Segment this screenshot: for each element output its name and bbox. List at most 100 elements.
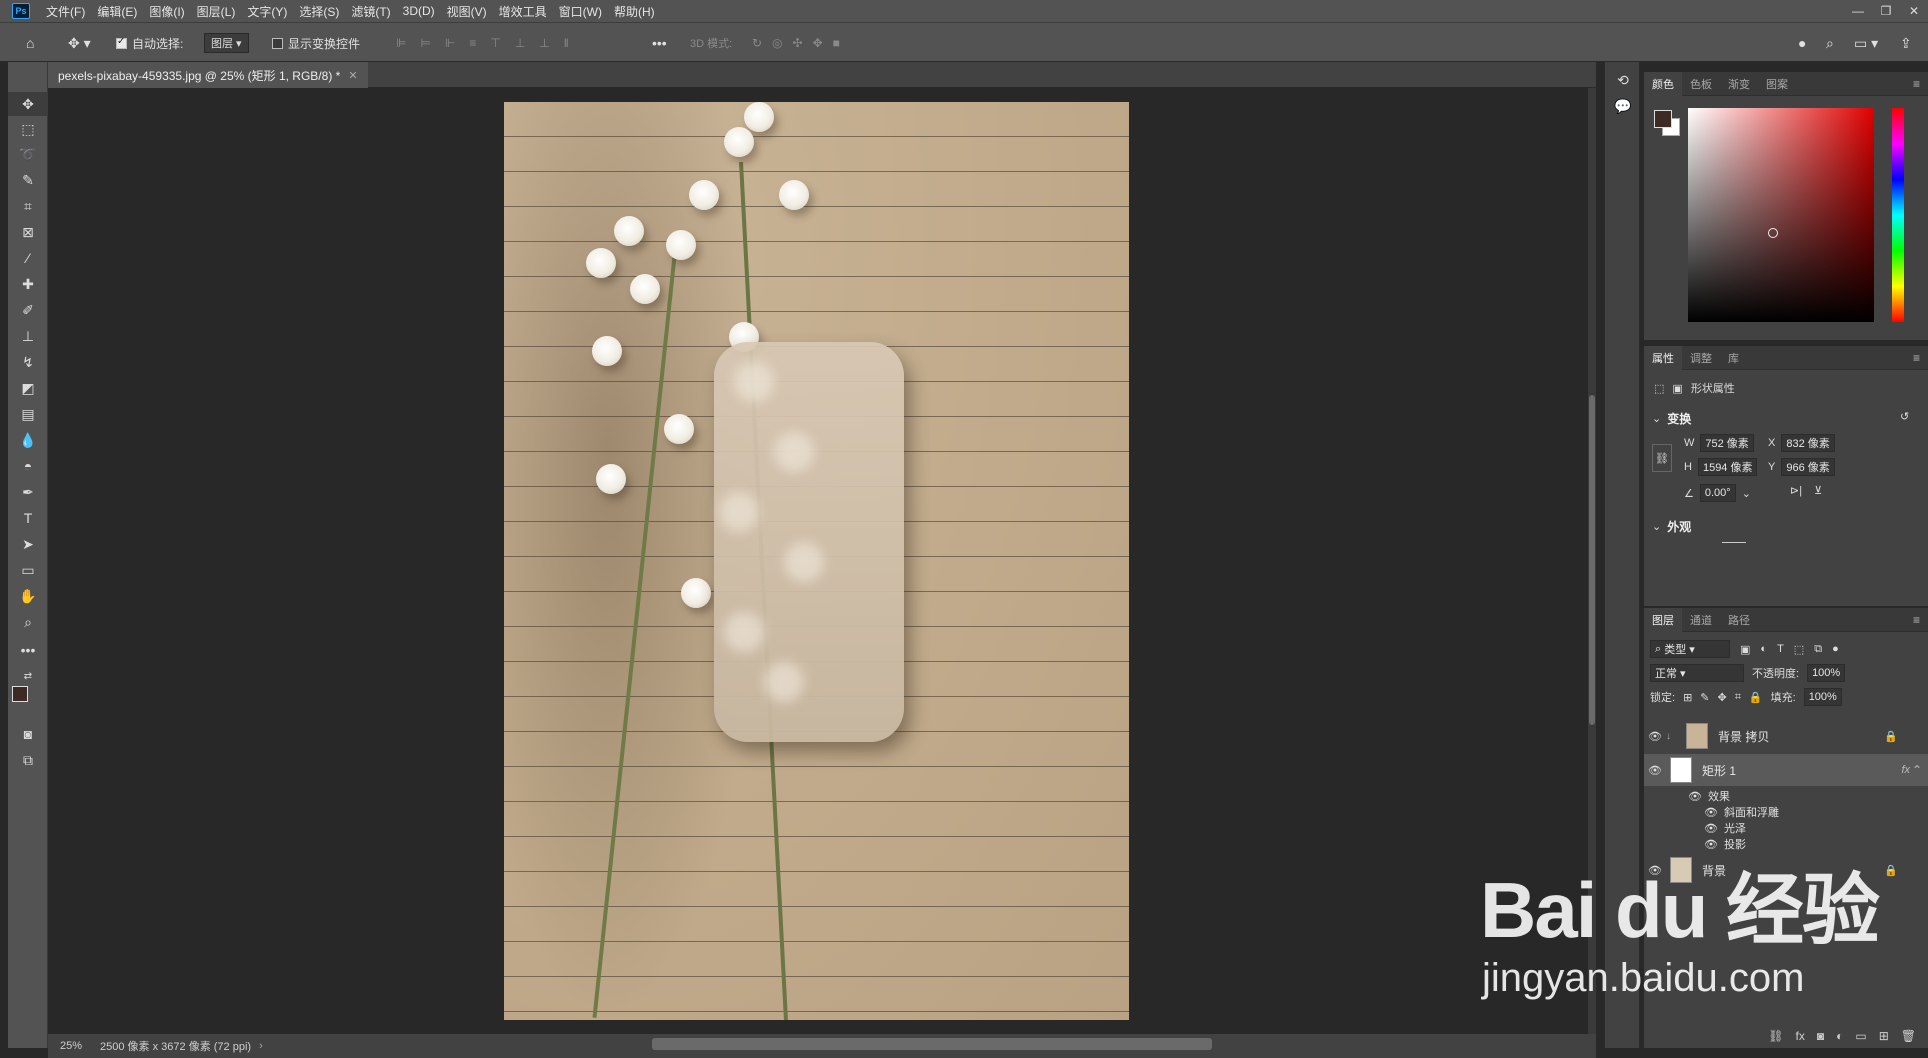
width-field[interactable]: 752 像素 xyxy=(1700,434,1754,452)
auto-select-checkbox[interactable] xyxy=(116,36,127,49)
swap-colors-icon[interactable]: ⇄ xyxy=(8,664,48,688)
tab-libraries[interactable]: 库 xyxy=(1720,346,1747,370)
visibility-eye-icon[interactable]: 👁 xyxy=(1644,730,1666,743)
auto-select-dropdown[interactable]: 图层 ▾ xyxy=(204,33,249,53)
history-panel-icon[interactable]: ⟲ xyxy=(1605,72,1641,89)
3d-orbit-icon[interactable]: ↻ xyxy=(752,36,762,50)
screen-mode-icon[interactable]: ⧉ xyxy=(8,748,48,772)
lock-artboard-icon[interactable]: ⌗ xyxy=(1735,691,1741,704)
workspace-icon[interactable]: ▭ ▾ xyxy=(1854,23,1878,63)
mask-properties-icon[interactable]: ▣ xyxy=(1672,382,1682,395)
effect-bevel[interactable]: 斜面和浮雕 xyxy=(1724,804,1779,820)
document-image[interactable] xyxy=(504,102,1129,1020)
color-picker-cursor[interactable] xyxy=(1768,228,1778,238)
align-left-icon[interactable]: ⊫ xyxy=(396,36,406,50)
distribute-icon[interactable]: ≡ xyxy=(469,36,476,50)
menu-edit[interactable]: 编辑(E) xyxy=(91,3,143,20)
chevron-down-icon[interactable]: ⌄ xyxy=(1652,520,1661,533)
layer-row[interactable]: 👁 ↓ 背景 拷贝 🔒 xyxy=(1644,720,1928,752)
color-picker-field[interactable] xyxy=(1688,108,1874,322)
menu-window[interactable]: 窗口(W) xyxy=(553,3,608,20)
zoom-tool-icon[interactable]: ⌕ xyxy=(8,610,48,634)
effect-satin[interactable]: 光泽 xyxy=(1724,820,1746,836)
menu-filter[interactable]: 滤镜(T) xyxy=(345,3,396,20)
dodge-tool-icon[interactable]: ◓ xyxy=(8,454,48,478)
path-select-tool-icon[interactable]: ➤ xyxy=(8,532,48,556)
stamp-tool-icon[interactable]: ⊥ xyxy=(8,324,48,348)
status-expand-icon[interactable]: › xyxy=(259,1040,263,1052)
quick-mask-icon[interactable]: ◙ xyxy=(8,722,48,746)
flip-vertical-icon[interactable]: ⊻ xyxy=(1814,484,1822,497)
share-icon[interactable]: ⇪ xyxy=(1900,23,1912,63)
lock-image-icon[interactable]: ✎ xyxy=(1700,691,1709,704)
gradient-tool-icon[interactable]: ▤ xyxy=(8,402,48,426)
crop-tool-icon[interactable]: ⌗ xyxy=(8,194,48,218)
frosted-rectangle-shape[interactable] xyxy=(714,342,904,742)
menu-plugins[interactable]: 增效工具 xyxy=(493,3,553,20)
panel-menu-icon[interactable]: ≡ xyxy=(1913,351,1920,365)
rectangle-tool-icon[interactable]: ▭ xyxy=(8,558,48,582)
blend-mode-dropdown[interactable]: 正常 ▾ xyxy=(1650,664,1744,682)
menu-3d[interactable]: 3D(D) xyxy=(397,4,441,18)
type-tool-icon[interactable]: T xyxy=(8,506,48,530)
panel-menu-icon[interactable]: ≡ xyxy=(1913,77,1920,91)
layer-filter-dropdown[interactable]: ⌕ 类型 ▾ xyxy=(1650,640,1730,658)
3d-slide-icon[interactable]: ✥ xyxy=(813,36,823,50)
tab-patterns[interactable]: 图案 xyxy=(1758,72,1796,96)
marquee-tool-icon[interactable]: ⬚ xyxy=(8,117,48,141)
vertical-scroll-thumb[interactable] xyxy=(1589,395,1595,725)
filter-type-icon[interactable]: T xyxy=(1777,643,1784,655)
history-brush-tool-icon[interactable]: ↯ xyxy=(8,350,48,374)
eyedropper-tool-icon[interactable]: ⁄ xyxy=(8,246,48,270)
move-tool-icon[interactable]: ✥ xyxy=(8,92,48,116)
foreground-color-swatch[interactable] xyxy=(12,686,28,702)
user-icon[interactable]: ● xyxy=(1798,23,1806,63)
tab-paths[interactable]: 路径 xyxy=(1720,608,1758,632)
tab-layers[interactable]: 图层 xyxy=(1644,607,1682,632)
link-dimensions-icon[interactable]: ⛓ xyxy=(1652,444,1672,472)
pen-tool-icon[interactable]: ✒ xyxy=(8,480,48,504)
3d-roll-icon[interactable]: ◎ xyxy=(772,36,782,50)
menu-view[interactable]: 视图(V) xyxy=(441,3,493,20)
filter-pixel-icon[interactable]: ▣ xyxy=(1740,643,1750,656)
effect-eye-icon[interactable]: 👁 xyxy=(1704,822,1718,835)
angle-field[interactable]: 0.00° xyxy=(1699,484,1736,502)
visibility-eye-icon[interactable]: 👁 xyxy=(1644,764,1666,777)
menu-help[interactable]: 帮助(H) xyxy=(608,3,661,20)
document-tab[interactable]: pexels-pixabay-459335.jpg @ 25% (矩形 1, R… xyxy=(48,62,368,88)
align-bottom-icon[interactable]: ⊥ xyxy=(539,36,549,50)
panel-menu-icon[interactable]: ≡ xyxy=(1913,613,1920,627)
close-tab-icon[interactable]: ✕ xyxy=(348,69,357,82)
filter-adjustment-icon[interactable]: ◐ xyxy=(1760,643,1767,655)
stroke-preview[interactable] xyxy=(1722,542,1746,543)
fill-field[interactable]: 100% xyxy=(1803,688,1842,706)
restore-icon[interactable]: ❐ xyxy=(1872,0,1900,22)
horizontal-scroll-thumb[interactable] xyxy=(652,1038,1212,1050)
frame-tool-icon[interactable]: ⊠ xyxy=(8,220,48,244)
align-top-icon[interactable]: ⊤ xyxy=(490,36,500,50)
menu-file[interactable]: 文件(F) xyxy=(40,3,91,20)
effect-eye-icon[interactable]: 👁 xyxy=(1704,806,1718,819)
more-tools-icon[interactable]: ••• xyxy=(8,638,48,662)
tab-adjustments[interactable]: 调整 xyxy=(1682,346,1720,370)
y-field[interactable]: 966 像素 xyxy=(1781,458,1835,476)
filter-shape-icon[interactable]: ⬚ xyxy=(1794,643,1804,656)
search-icon[interactable]: ⌕ xyxy=(1826,23,1834,63)
close-window-icon[interactable]: ✕ xyxy=(1900,0,1928,22)
comments-panel-icon[interactable]: 💬 xyxy=(1605,98,1641,115)
reset-transform-icon[interactable]: ↺ xyxy=(1900,410,1909,423)
effects-eye-icon[interactable]: 👁 xyxy=(1688,790,1702,803)
brush-tool-icon[interactable]: ✐ xyxy=(8,298,48,322)
chevron-down-icon[interactable]: ⌄ xyxy=(1652,412,1661,425)
foreground-color-swatch[interactable] xyxy=(1654,110,1672,128)
blur-tool-icon[interactable]: 💧 xyxy=(8,428,48,452)
lock-all-icon[interactable]: 🔒 xyxy=(1749,691,1763,704)
zoom-level[interactable]: 25% xyxy=(48,1040,94,1052)
show-transform-checkbox[interactable] xyxy=(272,37,283,49)
move-tool-icon[interactable]: ✥ ▾ xyxy=(68,23,91,63)
distribute-vertical-icon[interactable]: ‖ xyxy=(564,36,569,50)
tab-channels[interactable]: 通道 xyxy=(1682,608,1720,632)
tab-swatches[interactable]: 色板 xyxy=(1682,72,1720,96)
fx-icon[interactable]: fx xyxy=(1901,764,1910,776)
lock-transparent-icon[interactable]: ⊞ xyxy=(1683,691,1692,704)
